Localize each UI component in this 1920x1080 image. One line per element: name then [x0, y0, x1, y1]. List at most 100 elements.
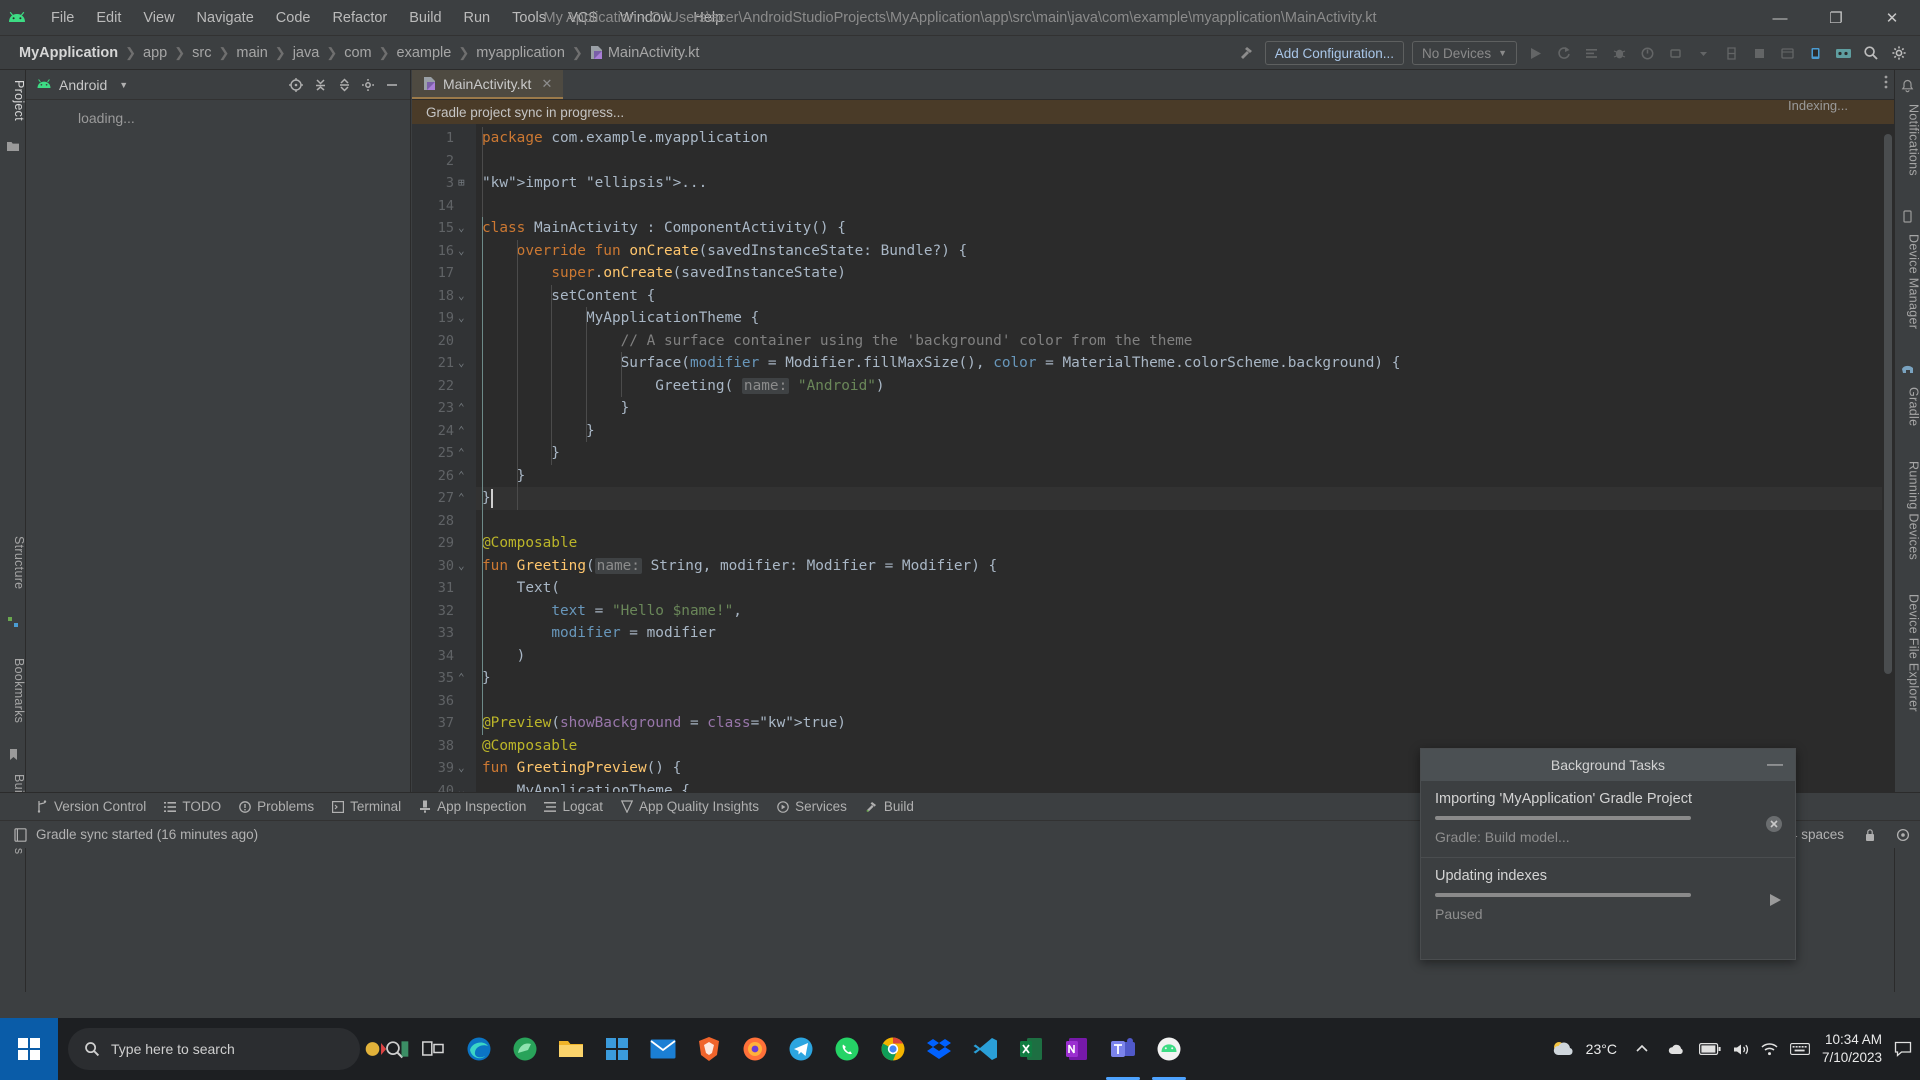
project-scope-chevron-icon[interactable]: ▼	[119, 80, 128, 90]
fold-marker-icon[interactable]: ⌄	[458, 240, 465, 263]
attach-debugger-icon[interactable]	[1662, 40, 1688, 66]
android-studio-icon[interactable]	[1146, 1018, 1192, 1080]
editor-scrollbar[interactable]	[1882, 124, 1894, 792]
tool-button-services[interactable]: Services	[777, 799, 847, 814]
code-line[interactable]	[476, 195, 1894, 218]
chevron-down-toolbar-icon[interactable]	[1690, 40, 1716, 66]
menu-item-edit[interactable]: Edit	[85, 6, 132, 30]
tool-button-logcat[interactable]: Logcat	[544, 799, 603, 814]
fold-marker-icon[interactable]: ⌃	[458, 465, 465, 488]
code-line[interactable]: // A surface container using the 'backgr…	[476, 330, 1894, 353]
scrollbar-thumb[interactable]	[1884, 134, 1892, 674]
breadcrumb-item-src[interactable]: src	[187, 43, 216, 63]
brave-icon[interactable]	[686, 1018, 732, 1080]
code-line[interactable]: }	[476, 420, 1894, 443]
breadcrumb-item-com[interactable]: com	[339, 43, 376, 63]
indent-setting[interactable]: 4 spaces	[1790, 827, 1844, 842]
background-tasks-popup[interactable]: Background Tasks — Importing 'MyApplicat…	[1420, 748, 1796, 960]
whatsapp-icon[interactable]	[824, 1018, 870, 1080]
rerun-icon[interactable]	[1550, 40, 1576, 66]
taskbar-clock[interactable]: 10:34 AM 7/10/2023	[1822, 1031, 1882, 1067]
fold-marker-icon[interactable]: ⌄	[458, 555, 465, 578]
fold-marker-icon[interactable]: ⌃	[458, 667, 465, 690]
settings-gear-icon[interactable]	[1886, 40, 1912, 66]
fold-marker-icon[interactable]: ⌄	[458, 217, 465, 240]
task-view-icon[interactable]	[410, 1018, 456, 1080]
code-line[interactable]: @Preview(showBackground = class="kw">tru…	[476, 712, 1894, 735]
notifications-bell-icon[interactable]	[1895, 74, 1920, 98]
code-line[interactable]: text = "Hello $name!",	[476, 600, 1894, 623]
breadcrumb-item-myapplication[interactable]: MyApplication	[14, 43, 123, 63]
code-line[interactable]	[476, 690, 1894, 713]
chrome-icon[interactable]	[870, 1018, 916, 1080]
fold-marker-icon[interactable]: ⌃	[458, 442, 465, 465]
breadcrumb-item-main[interactable]: main	[231, 43, 272, 63]
gradle-elephant-icon[interactable]	[1895, 357, 1920, 381]
store-icon[interactable]	[594, 1018, 640, 1080]
debug-icon[interactable]	[1606, 40, 1632, 66]
bookmark-icon[interactable]	[0, 742, 26, 766]
device-selector[interactable]: No Devices ▼	[1412, 41, 1517, 65]
weather-widget[interactable]: 23°C	[1550, 1039, 1617, 1059]
menu-item-file[interactable]: File	[40, 6, 85, 30]
breadcrumb-item-myapplication-pkg[interactable]: myapplication	[471, 43, 570, 63]
sidebar-item-running-devices[interactable]: Running Devices	[1895, 455, 1920, 566]
layout-inspector-icon[interactable]	[1774, 40, 1800, 66]
collapse-all-icon[interactable]	[332, 73, 356, 97]
action-center-icon[interactable]	[1894, 1041, 1912, 1057]
sidebar-item-notifications[interactable]: Notifications	[1895, 98, 1920, 182]
telegram-icon[interactable]	[778, 1018, 824, 1080]
breadcrumb-item-java[interactable]: java	[288, 43, 325, 63]
fold-marker-icon[interactable]: ⌄	[458, 285, 465, 308]
menu-item-view[interactable]: View	[132, 6, 185, 30]
project-tree[interactable]: loading...	[26, 100, 410, 126]
run-icon[interactable]	[1522, 40, 1548, 66]
onenote-icon[interactable]	[1054, 1018, 1100, 1080]
code-editor[interactable]: 1 2 3 ⊞ 14 15 ⌄ 16 ⌄ 17 18 ⌄ 19 ⌄ 20 21 ⌄ 22 23 ⌃ 24 ⌃ 25 ⌃ 26 ⌃ 2…	[412, 124, 1894, 792]
editor-tab-mainactivity[interactable]: MainActivity.kt ✕	[412, 70, 564, 99]
fold-marker-icon[interactable]: ⌃	[458, 487, 465, 510]
device-manager-rail-icon[interactable]	[1895, 204, 1920, 228]
breadcrumb-item-app[interactable]: app	[138, 43, 172, 63]
fold-marker-icon[interactable]: ⌃	[458, 397, 465, 420]
fold-marker-icon[interactable]: ⌃	[458, 420, 465, 443]
sidebar-item-project[interactable]: Project	[0, 74, 26, 127]
code-line[interactable]: package com.example.myapplication	[476, 127, 1894, 150]
excel-icon[interactable]	[1008, 1018, 1054, 1080]
sidebar-item-gradle[interactable]: Gradle	[1895, 381, 1920, 432]
taskbar-search-box[interactable]: Type here to search	[68, 1028, 360, 1070]
code-line[interactable]: class MainActivity : ComponentActivity()…	[476, 217, 1894, 240]
folder-icon[interactable]	[0, 134, 26, 158]
cancel-icon[interactable]	[1765, 815, 1783, 838]
menu-item-refactor[interactable]: Refactor	[321, 6, 398, 30]
code-line[interactable]: Greeting( name: "Android")	[476, 375, 1894, 398]
code-line[interactable]	[476, 510, 1894, 533]
run-with-coverage-icon[interactable]	[1578, 40, 1604, 66]
tool-button-app-quality-insights[interactable]: App Quality Insights	[620, 799, 759, 814]
code-line[interactable]: MyApplicationTheme {	[476, 307, 1894, 330]
fold-marker-icon[interactable]: ⌄	[458, 757, 465, 780]
editor-gutter[interactable]: 1 2 3 ⊞ 14 15 ⌄ 16 ⌄ 17 18 ⌄ 19 ⌄ 20 21 ⌄ 22 23 ⌃ 24 ⌃ 25 ⌃ 26 ⌃ 2…	[412, 124, 476, 792]
maximize-button[interactable]: ❐	[1808, 0, 1864, 36]
breadcrumb-item-file[interactable]: MainActivity.kt	[585, 43, 705, 63]
show-hidden-icons-icon[interactable]	[1629, 1044, 1655, 1054]
code-line[interactable]: }	[476, 667, 1894, 690]
minimize-button[interactable]: —	[1752, 0, 1808, 36]
code-line[interactable]: Text(	[476, 577, 1894, 600]
fold-marker-icon[interactable]: ⌄	[458, 307, 465, 330]
code-line[interactable]: setContent {	[476, 285, 1894, 308]
sidebar-item-structure[interactable]: Structure	[0, 530, 26, 595]
breadcrumb-item-example[interactable]: example	[392, 43, 457, 63]
close-button[interactable]: ✕	[1864, 0, 1920, 36]
tool-button-app-inspection[interactable]: App Inspection	[419, 799, 526, 814]
profile-icon[interactable]	[1634, 40, 1660, 66]
select-opened-file-icon[interactable]	[284, 73, 308, 97]
lock-icon[interactable]	[1864, 828, 1876, 842]
avd-manager-icon[interactable]	[1830, 40, 1856, 66]
tool-button-build[interactable]: Build	[865, 799, 914, 814]
resume-icon[interactable]	[1767, 892, 1783, 913]
project-settings-gear-icon[interactable]	[356, 73, 380, 97]
fold-marker-icon[interactable]: ⌄	[458, 352, 465, 375]
code-line[interactable]: "kw">import "ellipsis">...	[476, 172, 1894, 195]
structure-icon[interactable]	[0, 610, 26, 634]
